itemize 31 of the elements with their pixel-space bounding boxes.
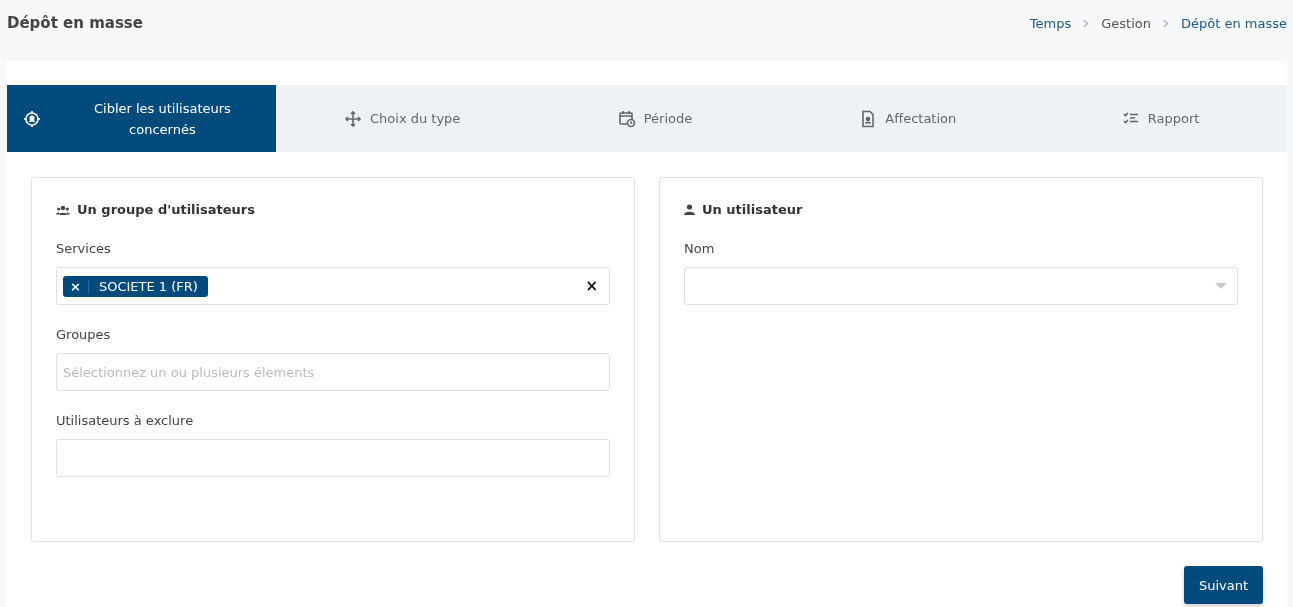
step-tab[interactable]: Rapport: [1034, 85, 1287, 152]
tag-remove-button[interactable]: ×: [63, 278, 89, 294]
multi-select-field[interactable]: × SOCIETE 1 (FR) ×: [56, 267, 610, 305]
field-label: Services: [56, 241, 112, 256]
next-button[interactable]: Suivant: [1184, 566, 1263, 604]
chevron-icon: [1083, 19, 1090, 28]
page-title: Dépôt en masse: [7, 14, 143, 32]
step-tab[interactable]: Choix du type: [275, 85, 529, 152]
calendar-clock-icon: [617, 109, 636, 128]
step-tab[interactable]: Période: [528, 85, 782, 152]
select-field[interactable]: [684, 267, 1238, 305]
step-tab[interactable]: Cibler les utilisateurs concernés: [7, 85, 276, 152]
target-icon: [23, 109, 41, 128]
clear-button[interactable]: ×: [585, 277, 603, 295]
breadcrumb-item[interactable]: Temps: [1029, 16, 1072, 31]
field-label: Nom: [684, 241, 716, 256]
step-tab[interactable]: Affectation: [781, 85, 1035, 152]
panel-title: Un groupe d'utilisateurs: [77, 202, 255, 217]
move-arrows-icon: [344, 109, 362, 128]
caret-icon: [1215, 283, 1227, 289]
panel-title: Un utilisateur: [702, 202, 803, 217]
users-icon: [56, 204, 70, 215]
breadcrumb-item[interactable]: Dépôt en masse: [1181, 16, 1287, 31]
input-field[interactable]: Sélectionnez un ou plusieurs élements: [56, 353, 610, 391]
input-field[interactable]: [56, 439, 610, 477]
field-label: Utilisateurs à exclure: [56, 413, 195, 428]
field-label: Groupes: [56, 327, 112, 342]
chevron-icon: [1163, 19, 1169, 28]
breadcrumb-item: Gestion: [1101, 16, 1151, 31]
user-icon: [684, 204, 695, 215]
tag-label: SOCIETE 1 (FR): [97, 278, 199, 294]
